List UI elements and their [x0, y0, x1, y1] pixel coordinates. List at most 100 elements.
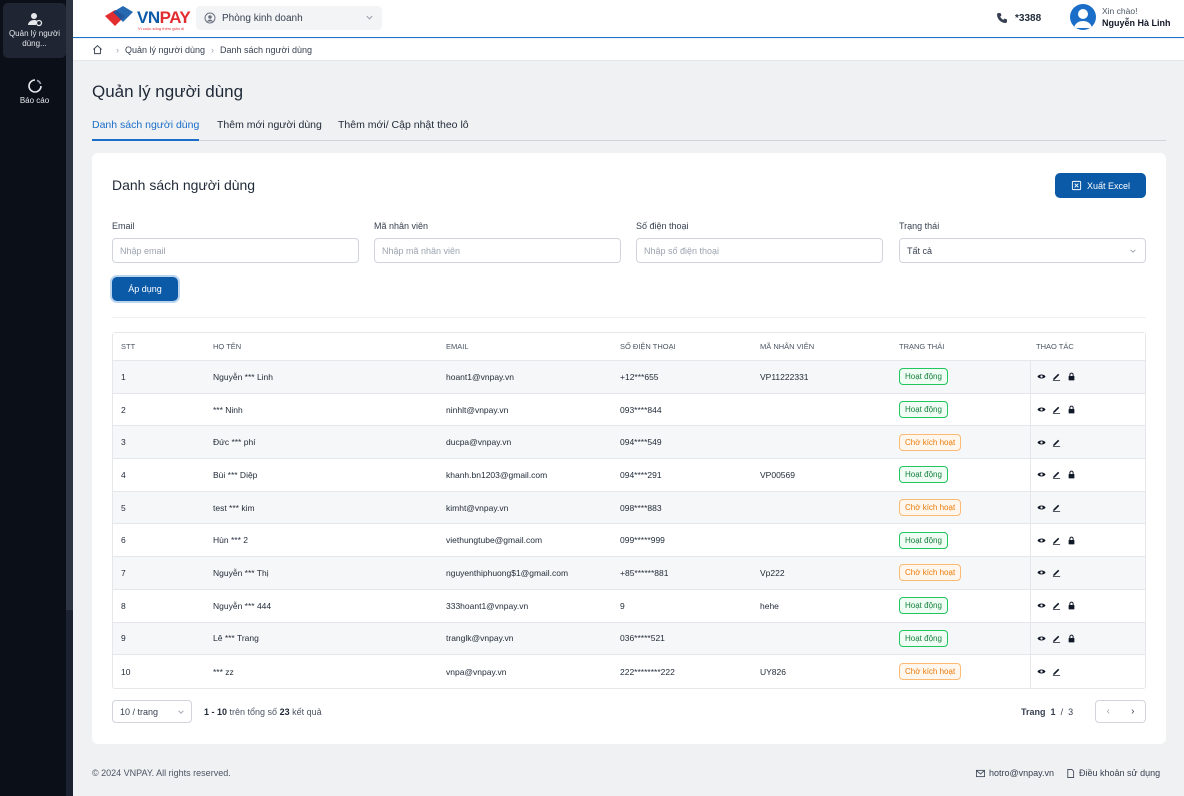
- lock-icon[interactable]: [1067, 601, 1076, 610]
- cell-status: Hoạt động: [899, 629, 948, 647]
- table-body: 1 Nguyễn *** Linh hoant1@vnpay.vn +12***…: [113, 361, 1145, 688]
- edit-icon[interactable]: [1052, 470, 1061, 480]
- cell-email: 333hoant1@vnpay.vn: [446, 600, 529, 611]
- cell-phone: 036*****521: [620, 633, 665, 644]
- status-badge: Hoạt động: [899, 368, 948, 386]
- cell-phone: 094****549: [620, 437, 662, 448]
- cell-stt: 4: [121, 469, 126, 480]
- export-excel-button[interactable]: Xuất Excel: [1055, 173, 1146, 198]
- phone-filter-label: Số điện thoại: [636, 221, 689, 231]
- view-icon[interactable]: [1037, 536, 1046, 545]
- total-pages: 3: [1068, 707, 1074, 717]
- breadcrumb-item[interactable]: Quản lý người dùng: [125, 45, 205, 55]
- sidebar-scrollbar[interactable]: [66, 0, 73, 610]
- lock-icon[interactable]: [1067, 470, 1076, 479]
- user-menu[interactable]: Xin chào! Nguyễn Hà Linh: [1070, 4, 1171, 30]
- table-row: 7 Nguyễn *** Thị nguyenthiphuong$1@gmail…: [113, 557, 1145, 590]
- prev-page-button[interactable]: ‹: [1096, 701, 1121, 722]
- cell-status: Hoạt động: [899, 597, 948, 615]
- result-total-prefix: trên tổng số: [229, 707, 278, 717]
- view-icon[interactable]: [1037, 601, 1046, 610]
- cell-actions: [1030, 491, 1146, 524]
- cell-name: Đức *** phí: [213, 437, 256, 448]
- current-page: 1: [1050, 707, 1056, 717]
- edit-icon[interactable]: [1052, 405, 1061, 414]
- cell-status: Hoạt động: [899, 368, 948, 386]
- next-page-button[interactable]: ›: [1121, 701, 1146, 722]
- table-header: STT Họ tên Email Số điện thoại Mã nhân v…: [113, 333, 1145, 361]
- page-size-select[interactable]: 10 / trang: [112, 700, 192, 723]
- card-title: Danh sách người dùng: [112, 177, 256, 193]
- view-icon[interactable]: [1037, 568, 1046, 577]
- cell-stt: 5: [121, 502, 126, 513]
- page-indicator: Trang 1 / 3: [1021, 707, 1073, 717]
- status-badge: Hoạt động: [899, 597, 948, 615]
- table-row: 4 Bùi *** Diệp khanh.bn1203@gmail.com 09…: [113, 459, 1145, 492]
- cell-employee-code: UY826: [760, 666, 786, 677]
- edit-icon[interactable]: [1052, 568, 1061, 578]
- view-icon[interactable]: [1037, 634, 1046, 643]
- cell-status: Chờ kích hoạt: [899, 433, 962, 451]
- cell-email: viethungtube@gmail.com: [446, 535, 543, 546]
- lock-icon[interactable]: [1067, 634, 1076, 643]
- tab-batch-update[interactable]: Thêm mới/ Cập nhật theo lô: [338, 119, 469, 139]
- cell-email: kimht@vnpay.vn: [446, 502, 509, 513]
- view-icon[interactable]: [1037, 667, 1046, 676]
- edit-icon[interactable]: [1052, 667, 1061, 676]
- cell-employee-code: Vp222: [760, 567, 785, 578]
- cell-actions: [1030, 655, 1146, 688]
- department-select[interactable]: Phòng kinh doanh: [196, 6, 382, 30]
- cell-stt: 9: [121, 633, 126, 644]
- home-icon[interactable]: [92, 44, 103, 55]
- employee-code-filter-input[interactable]: [374, 238, 621, 263]
- result-range: 1 - 10: [204, 707, 228, 717]
- cell-stt: 3: [121, 437, 126, 448]
- mail-icon: [976, 769, 985, 777]
- cell-phone: 094****291: [620, 469, 662, 480]
- cell-name: Bùi *** Diệp: [213, 469, 258, 480]
- divider: [112, 317, 1146, 318]
- tab-user-list[interactable]: Danh sách người dùng: [92, 119, 200, 141]
- cell-name: *** zz: [213, 666, 234, 677]
- logo-wordmark: VNPAY: [137, 8, 191, 27]
- view-icon[interactable]: [1037, 372, 1046, 381]
- email-filter-input[interactable]: [112, 238, 359, 263]
- footer-links: hotro@vnpay.vn Điều khoản sử dụng: [976, 768, 1160, 778]
- view-icon[interactable]: [1037, 503, 1046, 512]
- apply-filter-button[interactable]: Áp dụng: [112, 277, 178, 301]
- edit-icon[interactable]: [1052, 634, 1061, 643]
- lock-icon[interactable]: [1067, 405, 1076, 414]
- sidebar-item-report[interactable]: Báo cáo: [3, 78, 66, 113]
- terms-link[interactable]: Điều khoản sử dụng: [1079, 768, 1160, 778]
- view-icon[interactable]: [1037, 438, 1046, 447]
- phone-filter-input[interactable]: [636, 238, 883, 263]
- status-badge: Chờ kích hoạt: [899, 564, 962, 582]
- cell-actions: [1030, 622, 1146, 655]
- lock-icon[interactable]: [1067, 372, 1076, 381]
- sidebar-item-label: Báo cáo: [19, 96, 50, 105]
- edit-icon[interactable]: [1052, 503, 1061, 513]
- hotline[interactable]: *3388: [996, 12, 1041, 24]
- cell-phone: 9: [620, 600, 625, 611]
- column-header-actions: Thao tác: [1036, 342, 1074, 351]
- vnpay-logo[interactable]: VNPAY Vì cuộc sống thêm giản dị: [103, 6, 191, 32]
- status-filter-select[interactable]: Tất cả: [899, 238, 1146, 263]
- edit-icon[interactable]: [1052, 438, 1061, 447]
- support-email-link[interactable]: hotro@vnpay.vn: [989, 768, 1054, 778]
- cell-email: vnpa@vnpay.vn: [446, 666, 507, 677]
- cell-stt: 2: [121, 404, 126, 415]
- sidebar-item-user-management[interactable]: Quản lý người dùng...: [3, 3, 66, 58]
- cell-name: *** Ninh: [213, 404, 243, 415]
- view-icon[interactable]: [1037, 470, 1046, 479]
- pager: ‹ ›: [1095, 700, 1146, 723]
- vnpay-logo-mark: [105, 6, 133, 26]
- view-icon[interactable]: [1037, 405, 1046, 414]
- table-row: 8 Nguyễn *** 444 333hoant1@vnpay.vn 9 he…: [113, 589, 1145, 623]
- lock-icon[interactable]: [1067, 536, 1076, 545]
- tab-add-user[interactable]: Thêm mới người dùng: [217, 119, 322, 139]
- greeting: Xin chào!: [1102, 6, 1138, 16]
- edit-icon[interactable]: [1052, 601, 1061, 611]
- user-gear-icon: [27, 13, 42, 27]
- edit-icon[interactable]: [1052, 372, 1061, 382]
- edit-icon[interactable]: [1052, 536, 1061, 545]
